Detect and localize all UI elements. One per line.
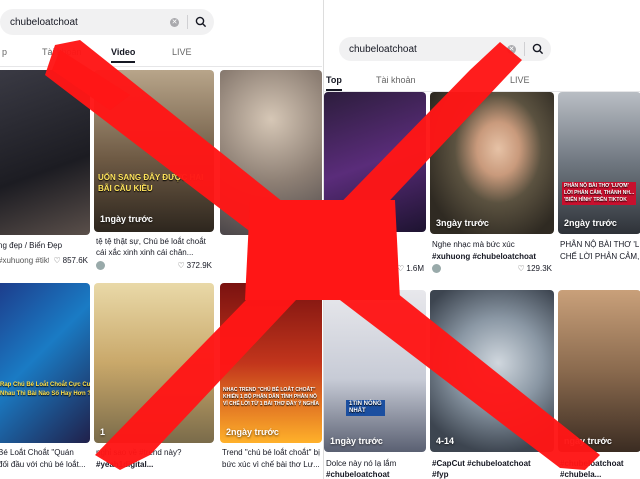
video-thumbnail[interactable]: NHẠC TREND "CHÚ BÉ LOẮT CHOẮT" KHIẾN 1 B… (220, 283, 322, 443)
video-card[interactable]: 3ngày trước Nghe nhạc mà bức xúc #xuhuon… (430, 92, 554, 282)
like-count: 372.9K (186, 261, 212, 270)
video-card[interactable]: 1 nghỉ sao về #trend này? #yeah1digital.… (94, 283, 214, 479)
video-thumbnail[interactable]: PHẪN NỘ BÀI THƠ 'LƯỢM' LỜI PHẢN CẢM, THÀ… (558, 92, 640, 234)
video-thumbnail[interactable] (430, 290, 554, 452)
video-thumbnail[interactable]: Rap Chú Bé Loắt Choắt Cực Cuốn Nhau Thì … (0, 283, 90, 443)
video-thumbnail[interactable] (220, 70, 322, 235)
clear-icon[interactable]: ✕ (507, 44, 516, 54)
video-thumbnail[interactable] (430, 92, 554, 234)
video-card[interactable]: 4-14 #CapCut #chubeloatchoat #fyp (430, 290, 554, 479)
video-card[interactable]: ngày trước #chubeloatchoat #chubela... (558, 290, 640, 479)
tab-live[interactable]: LIVE (510, 75, 530, 85)
clear-icon[interactable]: ✕ (170, 17, 179, 27)
search-icon[interactable] (525, 37, 551, 61)
video-thumbnail[interactable] (558, 290, 640, 452)
like-count: 857.6K (62, 256, 88, 265)
video-thumbnail[interactable] (0, 70, 90, 235)
video-thumbnail[interactable] (94, 283, 214, 443)
video-card[interactable]: ng đẹp / Biển Đẹp #xuhuong #tiktok ♡ 857… (0, 70, 90, 275)
search-bar[interactable]: chubeloatchoat ✕ (339, 37, 551, 61)
like-count: 1.6M (406, 264, 424, 273)
video-card[interactable]: n lấu lưỡi 😂 ...ects ... ♡ 1.6M (324, 92, 426, 282)
search-input[interactable]: chubeloatchoat (339, 44, 507, 55)
tab-video[interactable]: Video (111, 47, 136, 63)
video-card[interactable]: UỐN SANG ĐÂY ĐƯỢC HAI BÃI CẦU KIỀU 1ngày… (94, 70, 214, 275)
search-input[interactable]: chubeloatchoat (0, 17, 170, 28)
tab-accounts[interactable]: Tài khoản (376, 75, 416, 85)
heart-icon: ♡ (53, 256, 61, 265)
like-count: 129.3K (526, 264, 552, 273)
tab-live[interactable]: LIVE (172, 47, 192, 57)
tab-bar: p Tài khoản Video LIVE (0, 44, 322, 67)
tab-top[interactable]: Top (326, 75, 342, 91)
heart-icon: ♡ (397, 264, 405, 273)
video-thumbnail[interactable]: 1TIN NÓNG NHẤT (324, 290, 426, 452)
video-card[interactable]: 1TIN NÓNG NHẤT 1ngày trước Dolce này nó … (324, 290, 426, 479)
video-card[interactable]: NHẠC TREND "CHÚ BÉ LOẮT CHOẮT" KHIẾN 1 B… (220, 283, 322, 479)
left-screenshot: chubeloatchoat ✕ p Tài khoản Video LIVE … (0, 0, 322, 479)
video-card[interactable]: Rap Chú Bé Loắt Choắt Cực Cuốn Nhau Thì … (0, 283, 90, 479)
avatar (432, 264, 441, 273)
search-bar[interactable]: chubeloatchoat ✕ (0, 9, 214, 35)
heart-icon: ♡ (177, 261, 185, 270)
right-screenshot: chubeloatchoat ✕ Top Tài khoản LIVE n lấ… (323, 0, 640, 479)
video-thumbnail[interactable]: UỐN SANG ĐÂY ĐƯỢC HAI BÃI CẦU KIỀU (94, 70, 214, 232)
tab-top[interactable]: p (2, 47, 7, 57)
search-icon[interactable] (188, 9, 214, 35)
avatar (96, 261, 105, 270)
video-card[interactable] (220, 70, 322, 275)
video-card[interactable]: PHẪN NỘ BÀI THƠ 'LƯỢM' LỜI PHẢN CẢM, THÀ… (558, 92, 640, 282)
tab-accounts[interactable]: Tài khoản (42, 47, 82, 57)
heart-icon: ♡ (517, 264, 525, 273)
video-thumbnail[interactable] (324, 92, 426, 232)
tab-bar: Top Tài khoản LIVE (324, 70, 640, 92)
